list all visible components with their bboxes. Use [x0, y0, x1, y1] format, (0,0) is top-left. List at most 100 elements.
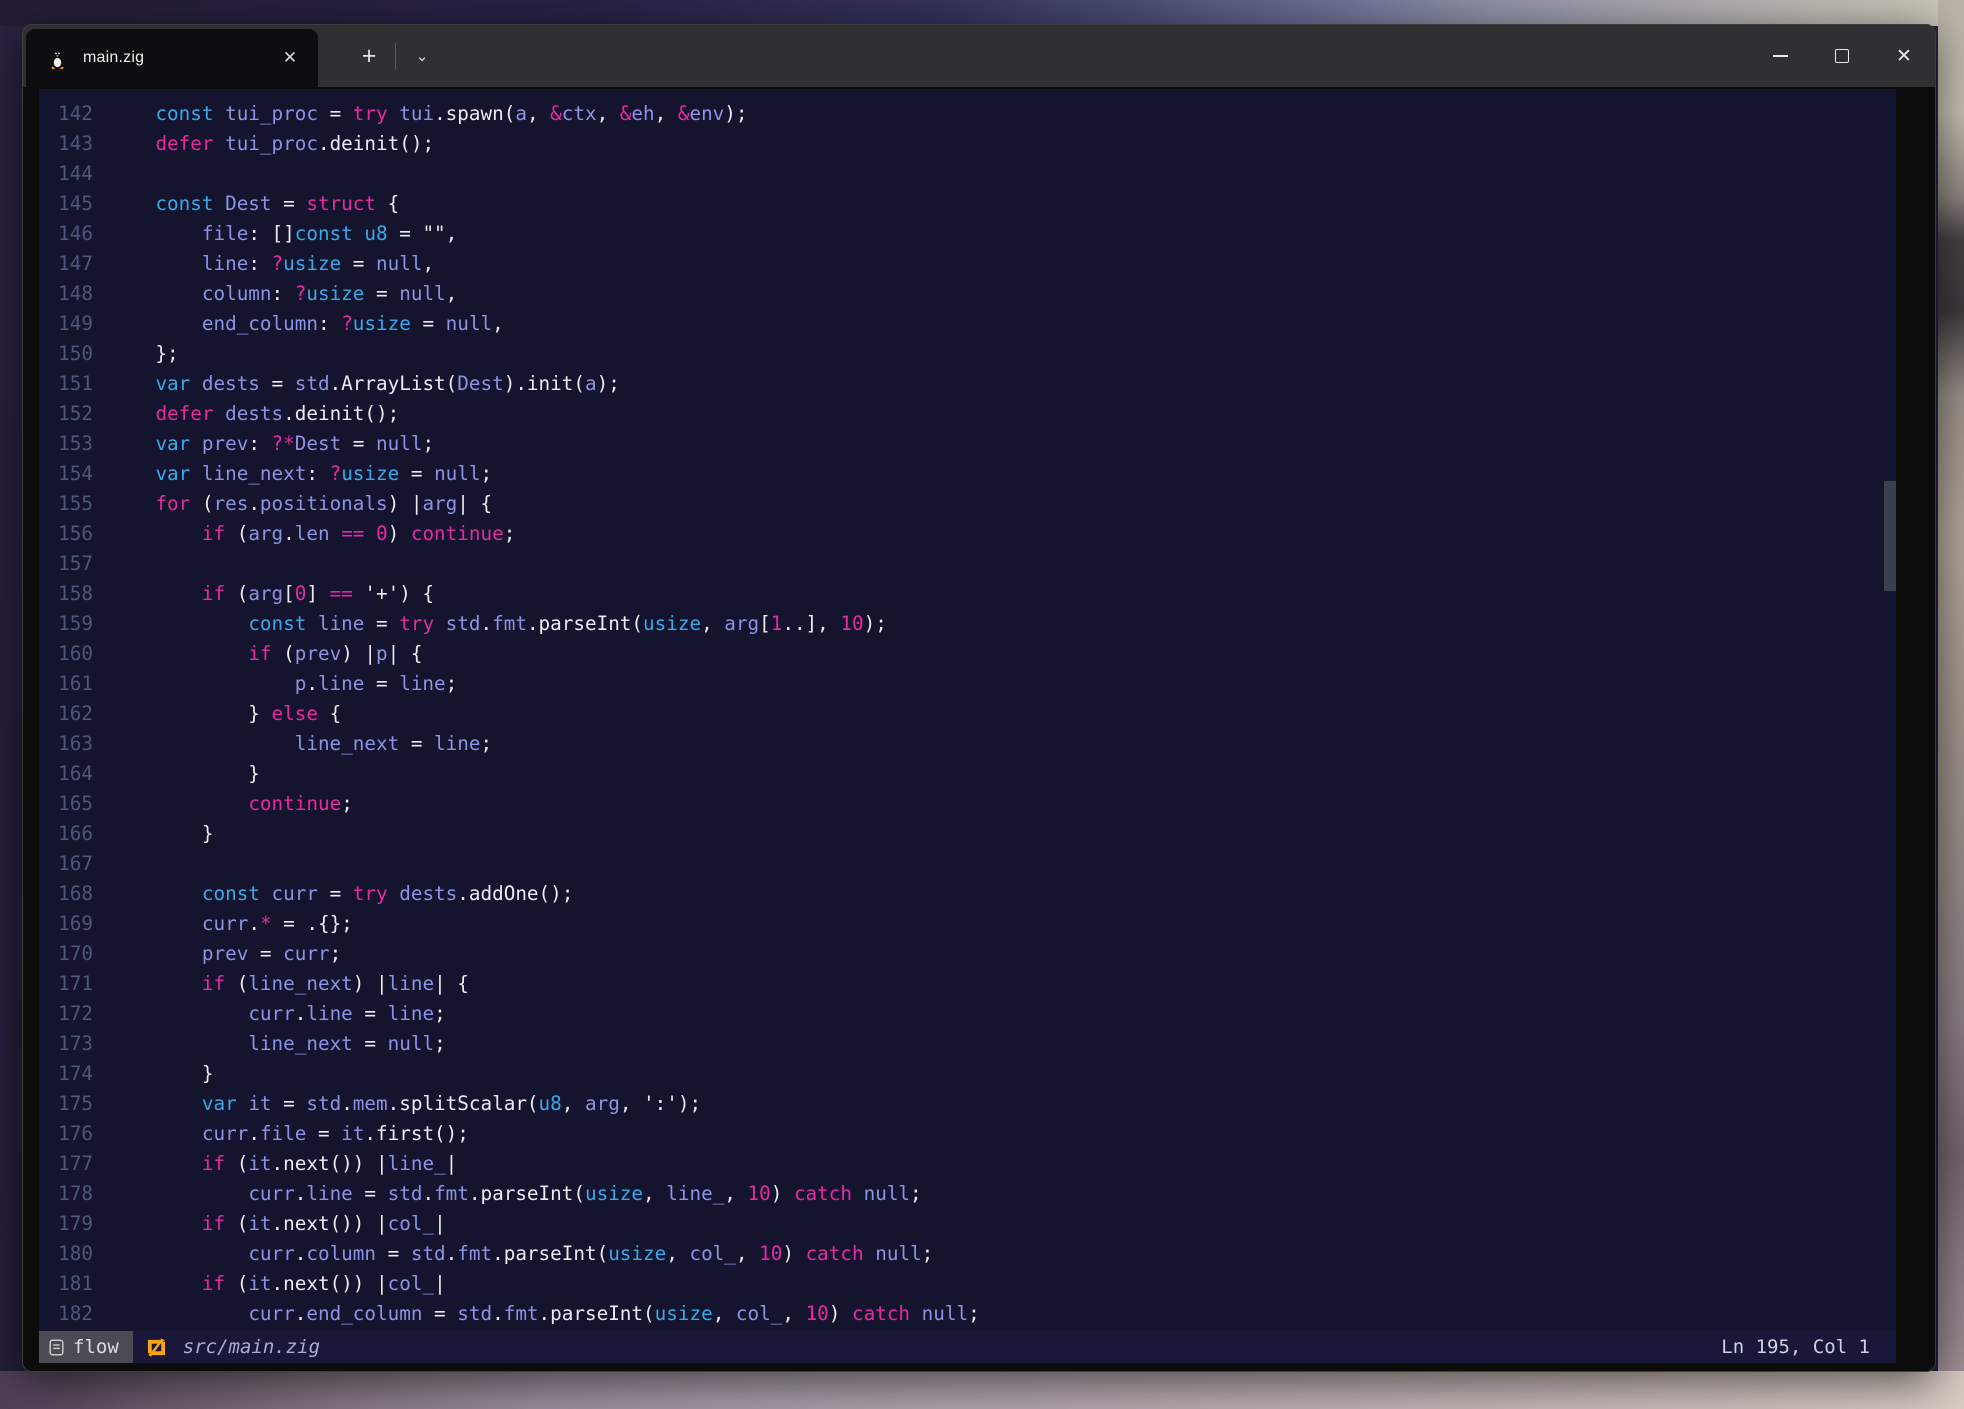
code-line[interactable]: 151 var dests = std.ArrayList(Dest).init… [39, 369, 1896, 399]
code-line[interactable]: 143 defer tui_proc.deinit(); [39, 129, 1896, 159]
code-line[interactable]: 149 end_column: ?usize = null, [39, 309, 1896, 339]
new-tab-button[interactable]: + [349, 25, 389, 87]
code-line[interactable]: 142 const tui_proc = try tui.spawn(a, &c… [39, 99, 1896, 129]
line-number: 147 [39, 249, 93, 279]
code-text: const tui_proc = try tui.spawn(a, &ctx, … [109, 99, 748, 129]
tabbar-separator [395, 43, 396, 70]
wallpaper-right-strip [1938, 0, 1964, 1409]
code-line[interactable]: 161 p.line = line; [39, 669, 1896, 699]
code-line[interactable]: 176 curr.file = it.first(); [39, 1119, 1896, 1149]
line-number: 163 [39, 729, 93, 759]
line-number: 169 [39, 909, 93, 939]
code-line[interactable]: 171 if (line_next) |line| { [39, 969, 1896, 999]
code-line[interactable]: 178 curr.line = std.fmt.parseInt(usize, … [39, 1179, 1896, 1209]
tab-main-zig[interactable]: main.zig ✕ [26, 29, 318, 87]
code-text: } else { [109, 699, 341, 729]
line-number: 174 [39, 1059, 93, 1089]
code-line[interactable]: 174 } [39, 1059, 1896, 1089]
minimize-button[interactable] [1749, 25, 1811, 87]
code-text: curr.end_column = std.fmt.parseInt(usize… [109, 1299, 980, 1329]
code-text: const curr = try dests.addOne(); [109, 879, 573, 909]
cursor-position: Ln 195, Col 1 [1721, 1336, 1896, 1358]
minimize-icon [1773, 55, 1788, 57]
line-number: 151 [39, 369, 93, 399]
line-number: 143 [39, 129, 93, 159]
code-line[interactable]: 153 var prev: ?*Dest = null; [39, 429, 1896, 459]
code-text: line_next = null; [109, 1029, 446, 1059]
line-number: 155 [39, 489, 93, 519]
line-number: 170 [39, 939, 93, 969]
code-line[interactable]: 182 curr.end_column = std.fmt.parseInt(u… [39, 1299, 1896, 1329]
code-line[interactable]: 155 for (res.positionals) |arg| { [39, 489, 1896, 519]
line-number: 152 [39, 399, 93, 429]
code-line[interactable]: 157 [39, 549, 1896, 579]
code-area[interactable]: 142 const tui_proc = try tui.spawn(a, &c… [39, 99, 1896, 1329]
line-number: 148 [39, 279, 93, 309]
code-line[interactable]: 160 if (prev) |p| { [39, 639, 1896, 669]
code-line[interactable]: 159 const line = try std.fmt.parseInt(us… [39, 609, 1896, 639]
code-line[interactable]: 175 var it = std.mem.splitScalar(u8, arg… [39, 1089, 1896, 1119]
terminal-window: main.zig ✕ + ⌄ ✕ 142 const tui_proc = tr… [22, 24, 1936, 1372]
code-line[interactable]: 170 prev = curr; [39, 939, 1896, 969]
code-line[interactable]: 164 } [39, 759, 1896, 789]
code-text: } [109, 819, 213, 849]
code-line[interactable]: 168 const curr = try dests.addOne(); [39, 879, 1896, 909]
code-text: var it = std.mem.splitScalar(u8, arg, ':… [109, 1089, 701, 1119]
code-line[interactable]: 166 } [39, 819, 1896, 849]
code-line[interactable]: 145 const Dest = struct { [39, 189, 1896, 219]
code-line[interactable]: 152 defer dests.deinit(); [39, 399, 1896, 429]
code-text: var line_next: ?usize = null; [109, 459, 492, 489]
window-controls: ✕ [1749, 25, 1935, 87]
line-number: 162 [39, 699, 93, 729]
code-line[interactable]: 146 file: []const u8 = "", [39, 219, 1896, 249]
line-number: 161 [39, 669, 93, 699]
code-text: curr.column = std.fmt.parseInt(usize, co… [109, 1239, 933, 1269]
line-number: 149 [39, 309, 93, 339]
code-line[interactable]: 144 [39, 159, 1896, 189]
code-text: end_column: ?usize = null, [109, 309, 504, 339]
code-text: defer dests.deinit(); [109, 399, 399, 429]
code-line[interactable]: 162 } else { [39, 699, 1896, 729]
wallpaper-top-strip [0, 0, 1964, 26]
line-number: 159 [39, 609, 93, 639]
scrollbar-thumb[interactable] [1884, 481, 1896, 591]
close-button[interactable]: ✕ [1873, 25, 1935, 87]
code-line[interactable]: 179 if (it.next()) |col_| [39, 1209, 1896, 1239]
code-line[interactable]: 181 if (it.next()) |col_| [39, 1269, 1896, 1299]
code-text: defer tui_proc.deinit(); [109, 129, 434, 159]
code-text: }; [109, 339, 179, 369]
editor-viewport[interactable]: 142 const tui_proc = try tui.spawn(a, &c… [39, 89, 1896, 1363]
close-icon: ✕ [1896, 45, 1912, 68]
code-line[interactable]: 156 if (arg.len == 0) continue; [39, 519, 1896, 549]
code-line[interactable]: 167 [39, 849, 1896, 879]
code-line[interactable]: 172 curr.line = line; [39, 999, 1896, 1029]
maximize-button[interactable] [1811, 25, 1873, 87]
mode-label: flow [73, 1336, 119, 1358]
code-line[interactable]: 154 var line_next: ?usize = null; [39, 459, 1896, 489]
code-line[interactable]: 180 curr.column = std.fmt.parseInt(usize… [39, 1239, 1896, 1269]
code-line[interactable]: 147 line: ?usize = null, [39, 249, 1896, 279]
statusbar: flow src/main.zig Ln 195, Col 1 [39, 1331, 1896, 1363]
code-line[interactable]: 163 line_next = line; [39, 729, 1896, 759]
code-line[interactable]: 150 }; [39, 339, 1896, 369]
titlebar[interactable]: main.zig ✕ + ⌄ ✕ [23, 25, 1935, 87]
line-number: 160 [39, 639, 93, 669]
code-text: if (arg[0] == '+') { [109, 579, 434, 609]
tab-close-button[interactable]: ✕ [276, 44, 304, 72]
code-line[interactable]: 165 continue; [39, 789, 1896, 819]
flow-mode-chip[interactable]: flow [39, 1331, 133, 1363]
code-line[interactable]: 169 curr.* = .{}; [39, 909, 1896, 939]
code-line[interactable]: 177 if (it.next()) |line_| [39, 1149, 1896, 1179]
code-line[interactable]: 148 column: ?usize = null, [39, 279, 1896, 309]
code-text: } [109, 1059, 213, 1089]
code-line[interactable]: 173 line_next = null; [39, 1029, 1896, 1059]
code-text: } [109, 759, 260, 789]
line-number: 176 [39, 1119, 93, 1149]
line-number: 171 [39, 969, 93, 999]
code-text: if (prev) |p| { [109, 639, 422, 669]
code-text: column: ?usize = null, [109, 279, 457, 309]
tab-dropdown-button[interactable]: ⌄ [403, 25, 441, 87]
code-text: if (it.next()) |col_| [109, 1209, 446, 1239]
line-number: 142 [39, 99, 93, 129]
code-line[interactable]: 158 if (arg[0] == '+') { [39, 579, 1896, 609]
